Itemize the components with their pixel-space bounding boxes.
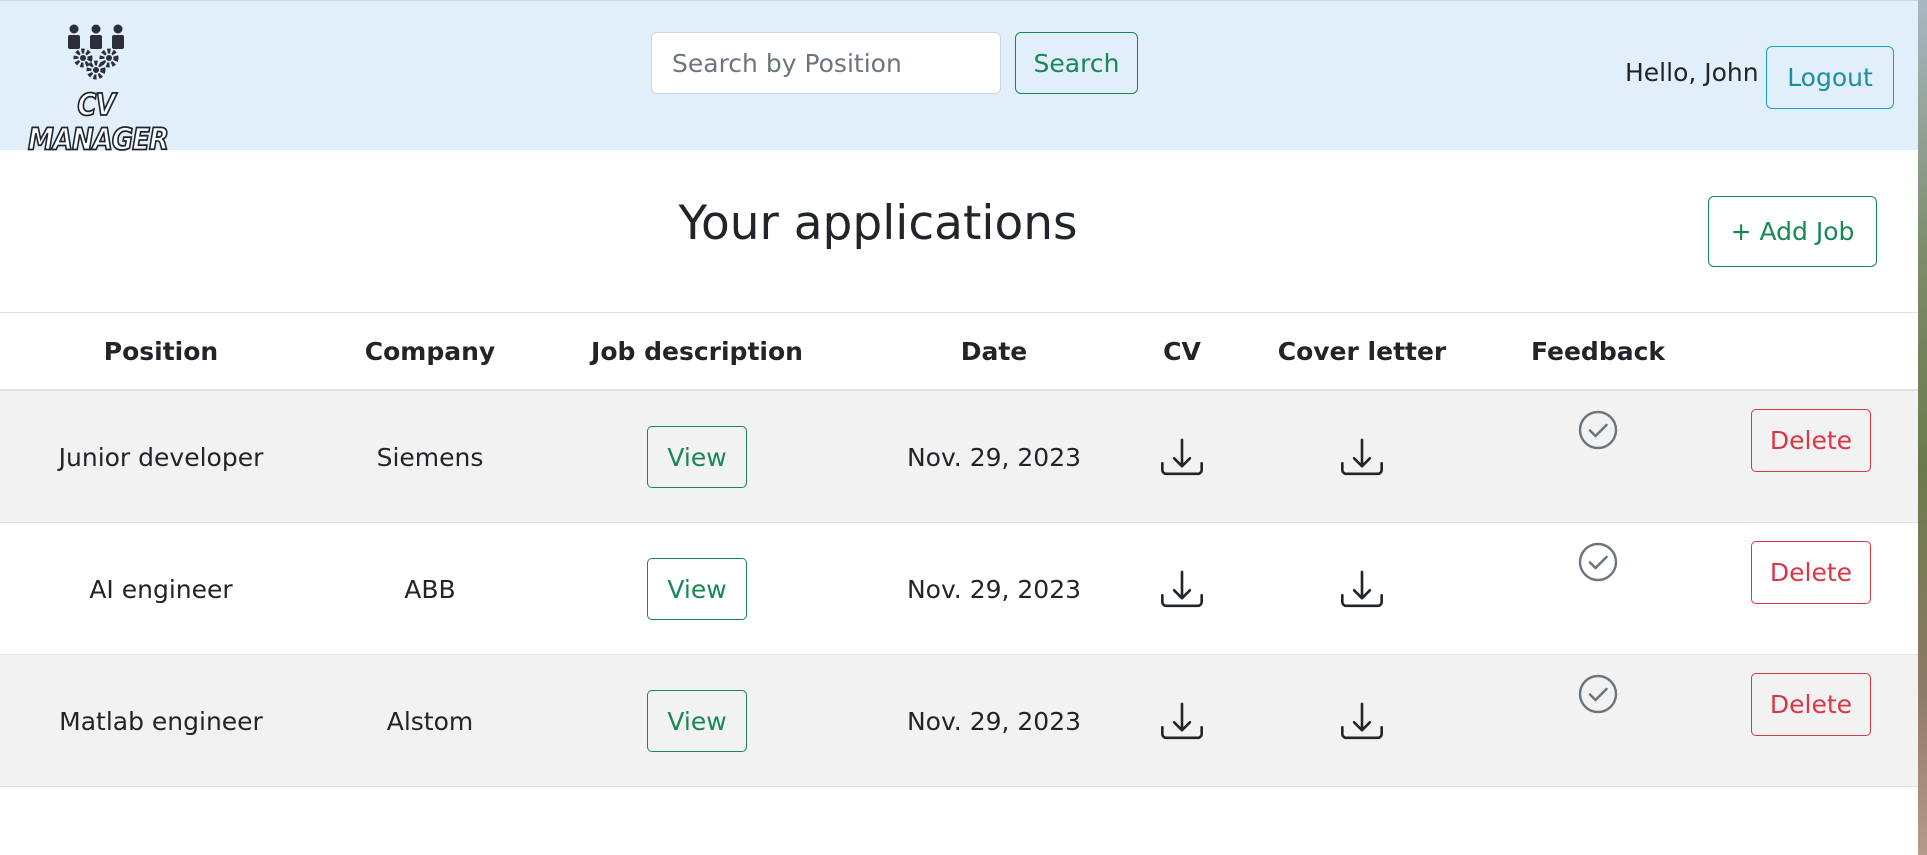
cell-cv xyxy=(1132,391,1232,523)
cell-feedback xyxy=(1492,523,1704,655)
logo-text: CV MANAGER xyxy=(27,88,170,159)
cell-date: Nov. 29, 2023 xyxy=(906,706,1082,736)
check-circle-icon[interactable] xyxy=(1577,673,1619,715)
cell-position: AI engineer xyxy=(89,574,233,604)
cell-job-description: View xyxy=(538,655,856,787)
check-circle-icon[interactable] xyxy=(1577,409,1619,451)
cell-actions: Delete xyxy=(1704,655,1918,787)
page-title: Your applications xyxy=(678,196,1078,251)
column-header-date: Date xyxy=(960,336,1028,366)
download-icon[interactable] xyxy=(1161,436,1203,478)
view-job-description-button[interactable]: View xyxy=(647,558,747,620)
download-icon[interactable] xyxy=(1341,436,1383,478)
desktop-background-strip xyxy=(1918,0,1927,855)
download-icon[interactable] xyxy=(1161,568,1203,610)
cell-company: Siemens xyxy=(376,442,484,472)
download-icon[interactable] xyxy=(1341,700,1383,742)
top-navbar: CV MANAGER Search Hello, John Logout xyxy=(0,0,1918,158)
check-circle-icon[interactable] xyxy=(1577,541,1619,583)
column-header-cv: CV xyxy=(1163,336,1201,366)
table-header: Position Company Job description Date CV… xyxy=(0,313,1918,391)
cell-date: Nov. 29, 2023 xyxy=(906,442,1082,472)
column-header-actions xyxy=(1704,313,1918,389)
column-header-job-description: Job description xyxy=(591,336,803,366)
column-header-feedback: Feedback xyxy=(1530,336,1666,366)
cv-manager-logo[interactable]: CV MANAGER xyxy=(27,21,170,158)
cell-position: Matlab engineer xyxy=(59,706,263,736)
search-input[interactable] xyxy=(651,32,1001,94)
view-job-description-button[interactable]: View xyxy=(647,690,747,752)
column-header-position: Position xyxy=(103,336,219,366)
cell-job-description: View xyxy=(538,391,856,523)
user-greeting: Hello, John xyxy=(1625,58,1759,87)
cell-actions: Delete xyxy=(1704,391,1918,523)
cell-cover-letter xyxy=(1232,655,1492,787)
download-icon[interactable] xyxy=(1341,568,1383,610)
column-header-cover-letter: Cover letter xyxy=(1277,336,1447,366)
cell-cover-letter xyxy=(1232,391,1492,523)
cell-cv xyxy=(1132,523,1232,655)
cell-feedback xyxy=(1492,391,1704,523)
delete-button[interactable]: Delete xyxy=(1751,673,1871,736)
column-header-company: Company xyxy=(364,336,496,366)
search-button[interactable]: Search xyxy=(1015,32,1138,94)
add-job-button[interactable]: + Add Job xyxy=(1708,196,1877,267)
cell-company: ABB xyxy=(404,574,456,604)
logout-button[interactable]: Logout xyxy=(1766,46,1894,109)
cell-cv xyxy=(1132,655,1232,787)
cell-date: Nov. 29, 2023 xyxy=(906,574,1082,604)
cell-actions: Delete xyxy=(1704,523,1918,655)
table-row: Junior developer Siemens View Nov. 29, 2… xyxy=(0,391,1918,523)
cv-manager-app: CV MANAGER Search Hello, John Logout You… xyxy=(0,0,1918,855)
page: CV MANAGER Search Hello, John Logout You… xyxy=(0,0,1927,855)
delete-button[interactable]: Delete xyxy=(1751,541,1871,604)
cell-company: Alstom xyxy=(386,706,474,736)
table-row: Matlab engineer Alstom View Nov. 29, 202… xyxy=(0,655,1918,787)
cell-job-description: View xyxy=(538,523,856,655)
download-icon[interactable] xyxy=(1161,700,1203,742)
cell-feedback xyxy=(1492,655,1704,787)
cell-cover-letter xyxy=(1232,523,1492,655)
table-row: AI engineer ABB View Nov. 29, 2023 Delet… xyxy=(0,523,1918,655)
cell-position: Junior developer xyxy=(58,442,264,472)
view-job-description-button[interactable]: View xyxy=(647,426,747,488)
delete-button[interactable]: Delete xyxy=(1751,409,1871,472)
